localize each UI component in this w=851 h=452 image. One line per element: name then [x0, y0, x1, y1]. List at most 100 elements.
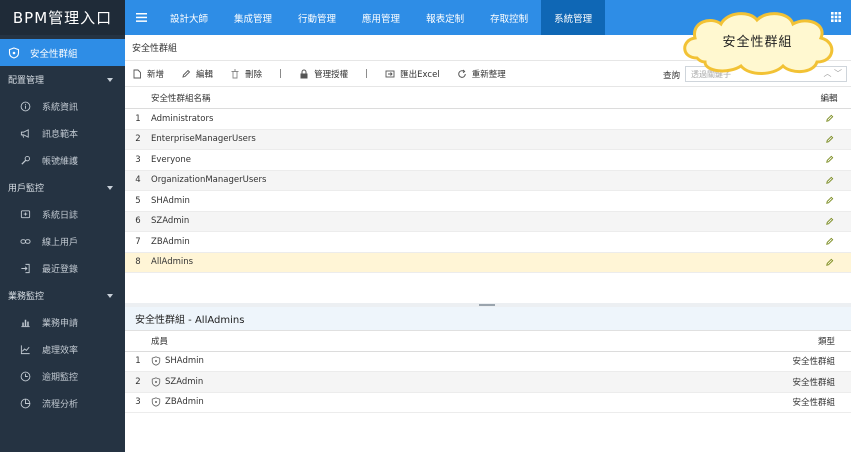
tab-applications[interactable]: 應用管理	[349, 0, 413, 35]
log-icon	[20, 210, 31, 219]
table-header: 安全性群組名稱 編輯	[125, 87, 851, 109]
tab-mobile[interactable]: 行動管理	[285, 0, 349, 35]
row-index: 1	[135, 356, 141, 367]
edit-row-button[interactable]	[807, 217, 851, 226]
line-chart-icon	[20, 345, 30, 355]
tab-reports[interactable]: 報表定制	[413, 0, 477, 35]
sidebar-item-system-info[interactable]: 系統資訊	[0, 93, 125, 120]
member-name-cell: SHAdmin	[165, 356, 204, 367]
new-button-label: 新增	[147, 69, 165, 80]
tab-system-management[interactable]: 系統管理	[541, 0, 606, 35]
member-type-cell: 安全性群組	[792, 377, 835, 388]
sidebar-item-security-groups[interactable]: 安全性群組	[0, 39, 125, 66]
members-table: 成員 類型 1 SHAdmin 安全性群組 2 SZAdmin 安全性群組 3 ZBAdmin…	[125, 331, 851, 413]
pencil-icon	[825, 196, 833, 205]
table-row[interactable]: 3 Everyone	[125, 150, 851, 171]
sidebar-item-overdue-monitor[interactable]: 逾期監控	[0, 363, 125, 390]
refresh-icon	[457, 69, 466, 78]
table-row[interactable]: 6 SZAdmin	[125, 211, 851, 232]
refresh-button[interactable]: 重新整理	[457, 68, 506, 80]
members-panel-title: 安全性群組 - AllAdmins	[125, 307, 851, 331]
sidebar-group-label: 業務監控	[8, 292, 45, 302]
manage-authorization-label: 管理授權	[314, 69, 349, 80]
table-row[interactable]: 1 Administrators	[125, 109, 851, 130]
sidebar-item-label: 安全性群組	[30, 48, 78, 60]
splitter-grip-icon[interactable]	[479, 304, 495, 306]
main-content: 安全性群組 新增 編輯 刪除 | 管理授權 | 匯出Excel 重新整理 查詢	[125, 35, 851, 452]
pencil-icon	[825, 237, 833, 246]
sidebar-group-label: 用戶監控	[8, 184, 45, 194]
edit-row-button[interactable]	[807, 196, 851, 205]
sidebar-item-recent-logins[interactable]: 最近登錄	[0, 255, 125, 282]
sidebar-item-label: 逾期監控	[42, 373, 79, 383]
edit-button[interactable]: 編輯	[181, 68, 213, 80]
sidebar-item-label: 流程分析	[42, 400, 79, 410]
edit-row-button[interactable]	[807, 114, 851, 123]
bar-chart-icon	[21, 319, 30, 328]
column-header-member[interactable]: 成員	[151, 335, 761, 347]
table-row[interactable]: 8 AllAdmins	[125, 252, 851, 273]
edit-row-button[interactable]	[807, 155, 851, 164]
sidebar-item-system-log[interactable]: 系統日誌	[0, 201, 125, 228]
sidebar-item-label: 線上用戶	[42, 238, 79, 248]
column-header-group-name[interactable]: 安全性群組名稱	[151, 92, 807, 104]
hamburger-menu-button[interactable]	[125, 0, 157, 35]
sidebar-group-config[interactable]: 配置管理	[0, 66, 125, 93]
hamburger-icon	[135, 13, 147, 22]
pencil-icon	[825, 114, 833, 123]
tab-integration[interactable]: 集成管理	[221, 0, 285, 35]
group-name-cell: EnterpriseManagerUsers	[151, 134, 256, 145]
sidebar-item-label: 最近登錄	[42, 265, 79, 275]
table-row[interactable]: 1 SHAdmin 安全性群組	[125, 352, 851, 372]
sidebar-group-business-monitor[interactable]: 業務監控	[0, 282, 125, 309]
tab-access-control[interactable]: 存取控制	[477, 0, 541, 35]
edit-row-button[interactable]	[807, 258, 851, 267]
info-icon	[20, 101, 31, 112]
delete-button[interactable]: 刪除	[230, 68, 262, 80]
row-index: 2	[135, 134, 141, 145]
edit-row-button[interactable]	[807, 135, 851, 144]
table-row[interactable]: 5 SHAdmin	[125, 191, 851, 212]
sidebar-item-online-users[interactable]: 線上用戶	[0, 228, 125, 255]
row-index: 3	[135, 154, 141, 165]
manage-authorization-button[interactable]: 管理授權	[299, 68, 348, 80]
column-header-type[interactable]: 類型	[761, 335, 851, 347]
sidebar-group-user-monitor[interactable]: 用戶監控	[0, 174, 125, 201]
edit-row-button[interactable]	[807, 176, 851, 185]
sidebar-item-business-applications[interactable]: 業務申請	[0, 309, 125, 336]
group-name-cell: SZAdmin	[151, 216, 190, 227]
link-icon	[20, 239, 31, 244]
table-row[interactable]: 3 ZBAdmin 安全性群組	[125, 393, 851, 413]
sidebar-item-process-analysis[interactable]: 流程分析	[0, 390, 125, 417]
export-excel-button[interactable]: 匯出Excel	[385, 68, 440, 80]
refresh-label: 重新整理	[471, 69, 506, 80]
delete-button-label: 刪除	[245, 69, 263, 80]
row-index: 8	[135, 257, 141, 268]
sidebar-item-account-maintenance[interactable]: 帳號維護	[0, 147, 125, 174]
shield-icon	[151, 356, 161, 366]
table-row[interactable]: 2 SZAdmin 安全性群組	[125, 372, 851, 393]
sidebar-item-label: 系統資訊	[42, 103, 79, 113]
table-row[interactable]: 4 OrganizationManagerUsers	[125, 170, 851, 191]
table-header: 成員 類型	[125, 331, 851, 352]
security-groups-table: 安全性群組名稱 編輯 1 Administrators 2 EnterpriseMan…	[125, 87, 851, 273]
chevron-down-icon	[107, 185, 113, 190]
sidebar-group-label: 配置管理	[8, 76, 45, 86]
column-header-edit: 編輯	[820, 93, 838, 104]
shield-icon	[151, 397, 161, 407]
shield-icon	[151, 377, 161, 387]
sidebar-item-processing-efficiency[interactable]: 處理效率	[0, 336, 125, 363]
export-excel-label: 匯出Excel	[400, 69, 440, 80]
sidebar-item-label: 訊息範本	[42, 130, 79, 140]
sidebar-item-message-templates[interactable]: 訊息範本	[0, 120, 125, 147]
new-button[interactable]: 新增	[132, 68, 164, 80]
group-name-cell: OrganizationManagerUsers	[151, 175, 267, 186]
table-row[interactable]: 7 ZBAdmin	[125, 232, 851, 253]
brand-title: BPM管理入口	[0, 0, 125, 35]
tab-design-master[interactable]: 設計大師	[157, 0, 221, 35]
edit-row-button[interactable]	[807, 237, 851, 246]
table-row[interactable]: 2 EnterpriseManagerUsers	[125, 129, 851, 150]
toolbar-separator: |	[279, 68, 283, 79]
member-name-cell: SZAdmin	[165, 376, 204, 387]
login-icon	[21, 263, 30, 274]
